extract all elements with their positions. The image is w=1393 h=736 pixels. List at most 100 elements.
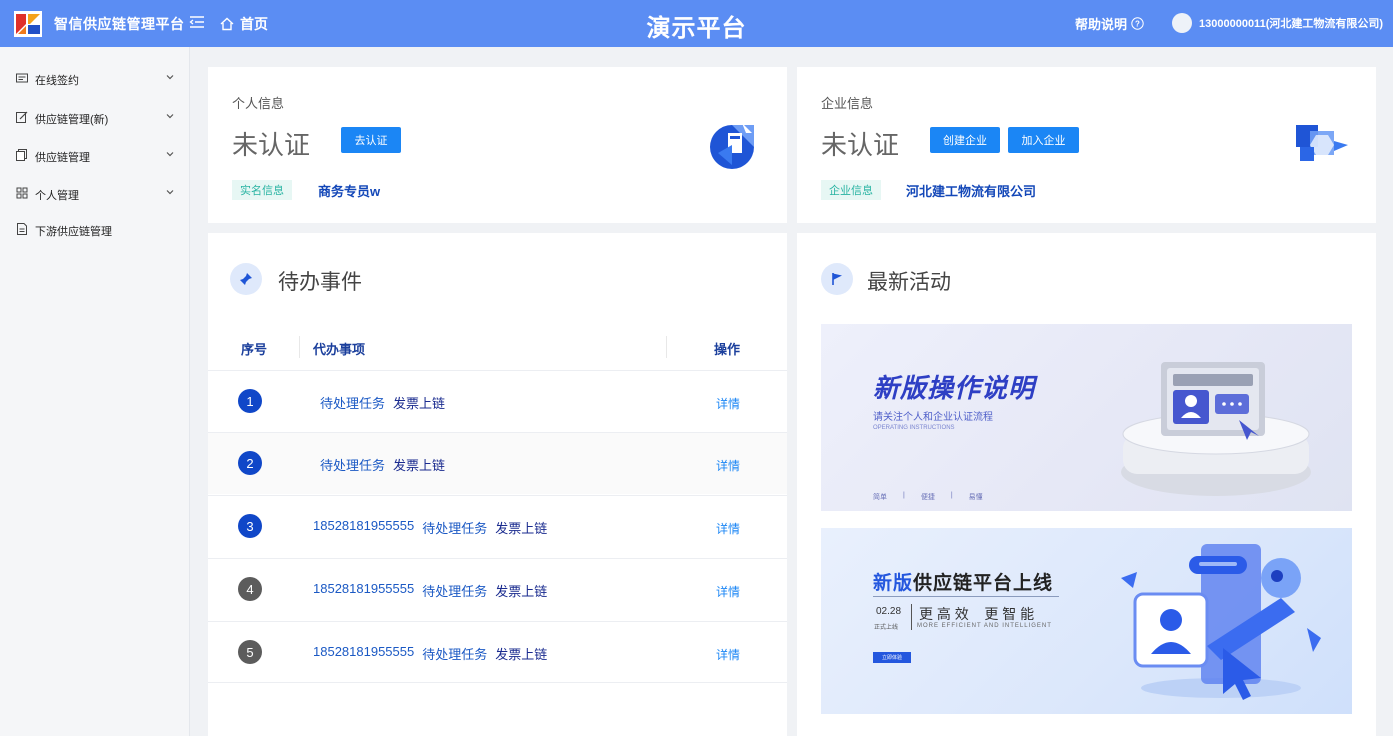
sidebar-item-personal[interactable]: 个人管理 bbox=[0, 179, 190, 209]
banner2-date-sub: 正式上线 bbox=[874, 625, 899, 631]
help-link[interactable]: 帮助说明 ? bbox=[1075, 14, 1144, 33]
row-task: 待处理任务 bbox=[422, 647, 488, 662]
row-item: 18528181955555 待处理任务 发票上链 bbox=[313, 581, 547, 600]
monitor-illustration-icon bbox=[1121, 362, 1311, 496]
realname-value: 商务专员w bbox=[318, 184, 381, 199]
chevron-down-icon bbox=[166, 75, 174, 80]
banner1-footer: 简单 | 便捷 | 易懂 bbox=[873, 492, 983, 502]
banner2-slogan: 更 高 效 更 智 能 bbox=[919, 606, 1035, 622]
row-type: 发票上链 bbox=[495, 521, 548, 536]
personal-info-card: 个人信息 未认证 去认证 实名信息 商务专员w bbox=[208, 67, 787, 223]
row-item: 18528181955555 待处理任务 发票上链 bbox=[313, 518, 547, 537]
table-row: 3 18528181955555 待处理任务 发票上链 详情 bbox=[208, 495, 787, 557]
row-item: 18528181955555 待处理任务 发票上链 bbox=[313, 644, 547, 663]
sidebar-item-downstream[interactable]: 下游供应链管理 bbox=[0, 215, 190, 245]
table-row: 2 待处理任务 发票上链 详情 bbox=[208, 432, 787, 494]
detail-link[interactable]: 详情 bbox=[716, 520, 740, 537]
row-index-badge: 3 bbox=[238, 514, 262, 538]
row-index-badge: 4 bbox=[238, 577, 262, 601]
personal-info-title: 个人信息 bbox=[232, 96, 285, 111]
flag-icon bbox=[821, 263, 853, 295]
user-menu[interactable]: 13000000011(河北建工物流有限公司) bbox=[1172, 13, 1383, 33]
banner1-footer-divider: | bbox=[903, 492, 905, 499]
platform-illustration-icon bbox=[1121, 544, 1321, 700]
enterprise-info-card: 企业信息 未认证 创建企业 加入企业 企业信息 河北建工物流有限公司 bbox=[797, 67, 1376, 223]
row-phone: 18528181955555 bbox=[313, 644, 415, 659]
realname-tag: 实名信息 bbox=[232, 180, 292, 200]
row-task: 待处理任务 bbox=[320, 396, 386, 411]
banner2-date-divider bbox=[911, 604, 912, 630]
table-row: 5 18528181955555 待处理任务 发票上链 详情 bbox=[208, 621, 787, 683]
row-phone: 18528181955555 bbox=[313, 518, 415, 533]
personal-illustration-icon bbox=[710, 123, 754, 169]
banner1-title: 新版操作说明 bbox=[873, 373, 1036, 403]
contract-icon bbox=[16, 73, 28, 83]
table-row: 1 待处理任务 发票上链 详情 bbox=[208, 370, 787, 432]
col-header-index: 序号 bbox=[241, 342, 268, 357]
activity-title: 最新活动 bbox=[867, 271, 951, 294]
edit-icon bbox=[16, 111, 28, 123]
banner1-subtitle-en: OPERATING INSTRUCTIONS bbox=[873, 425, 955, 431]
chevron-down-icon bbox=[166, 152, 174, 157]
banner-new-platform[interactable]: 新版 供应链平台上线 02.28 正式上线 更 高 效 更 智 能 MORE E… bbox=[821, 528, 1352, 714]
sidebar-item-label: 供应链管理(新) bbox=[35, 114, 109, 126]
detail-link[interactable]: 详情 bbox=[716, 457, 740, 474]
banner2-title: 新版 供应链平台上线 bbox=[873, 568, 1053, 595]
help-label: 帮助说明 bbox=[1075, 17, 1128, 32]
sidebar-item-label: 在线签约 bbox=[35, 75, 79, 87]
pin-icon bbox=[230, 263, 262, 295]
sidebar: 在线签约 供应链管理(新) 供应链管理 个人管理 下游供应链管理 bbox=[0, 47, 190, 736]
column-divider bbox=[666, 336, 667, 358]
create-enterprise-button[interactable]: 创建企业 bbox=[930, 127, 1000, 153]
banner1-subtitle: 请关注个人和企业认证流程 bbox=[873, 412, 993, 423]
banner1-footer-item: 便捷 bbox=[920, 494, 935, 501]
row-index-badge: 1 bbox=[238, 389, 262, 413]
table-row: 4 18528181955555 待处理任务 发票上链 详情 bbox=[208, 558, 787, 620]
col-header-item: 代办事项 bbox=[313, 342, 366, 357]
banner2-divider bbox=[873, 596, 1059, 597]
enterprise-info-title: 企业信息 bbox=[821, 96, 874, 111]
row-type: 发票上链 bbox=[393, 458, 446, 473]
col-header-action: 操作 bbox=[714, 342, 741, 357]
column-divider bbox=[299, 336, 300, 358]
enterprise-value: 河北建工物流有限公司 bbox=[906, 184, 1037, 199]
verify-button[interactable]: 去认证 bbox=[341, 127, 401, 153]
banner-operation-guide[interactable]: 新版操作说明 请关注个人和企业认证流程 OPERATING INSTRUCTIO… bbox=[821, 324, 1352, 511]
enterprise-illustration-icon bbox=[1296, 125, 1348, 161]
detail-link[interactable]: 详情 bbox=[716, 583, 740, 600]
user-label: 13000000011(河北建工物流有限公司) bbox=[1199, 18, 1384, 30]
banner2-date: 02.28 bbox=[876, 606, 902, 617]
chevron-down-icon bbox=[166, 114, 174, 119]
document-icon bbox=[17, 223, 27, 235]
row-item: 待处理任务 发票上链 bbox=[320, 455, 445, 474]
sidebar-item-label: 下游供应链管理 bbox=[35, 226, 112, 238]
personal-status: 未认证 bbox=[232, 130, 311, 160]
todo-card: 待办事件 序号 代办事项 操作 1 待处理任务 发票上链 详情 2 待处理任务 … bbox=[208, 233, 787, 736]
chevron-down-icon bbox=[166, 190, 174, 195]
banner2-slogan-en: MORE EFFICIENT AND INTELLIGENT bbox=[917, 623, 1052, 629]
grid-icon bbox=[16, 187, 28, 199]
sidebar-item-supply-chain-new[interactable]: 供应链管理(新) bbox=[0, 103, 190, 133]
row-item: 待处理任务 发票上链 bbox=[320, 393, 445, 412]
row-index-badge: 2 bbox=[238, 451, 262, 475]
banner1-footer-item: 易懂 bbox=[968, 494, 983, 501]
detail-link[interactable]: 详情 bbox=[716, 395, 740, 412]
todo-title: 待办事件 bbox=[278, 271, 362, 294]
join-enterprise-button[interactable]: 加入企业 bbox=[1008, 127, 1079, 153]
sidebar-item-online-signing[interactable]: 在线签约 bbox=[0, 64, 190, 94]
sidebar-item-supply-chain[interactable]: 供应链管理 bbox=[0, 141, 190, 171]
row-type: 发票上链 bbox=[495, 584, 548, 599]
activity-card: 最新活动 新版操作说明 请关注个人和企业认证流程 OPERATING INSTR… bbox=[797, 233, 1376, 736]
banner1-footer-item: 简单 bbox=[873, 494, 887, 501]
avatar bbox=[1172, 13, 1192, 33]
row-task: 待处理任务 bbox=[422, 521, 488, 536]
banner2-title-rest: 供应链平台上线 bbox=[913, 573, 1054, 594]
sidebar-item-label: 供应链管理 bbox=[35, 152, 90, 164]
detail-link[interactable]: 详情 bbox=[716, 646, 740, 663]
row-index-badge: 5 bbox=[238, 640, 262, 664]
row-task: 待处理任务 bbox=[422, 584, 488, 599]
banner2-cta-button[interactable]: 立即体验 bbox=[873, 652, 911, 663]
question-circle-icon: ? bbox=[1131, 17, 1144, 30]
enterprise-status: 未认证 bbox=[821, 130, 900, 160]
banner2-title-highlight: 新版 bbox=[873, 573, 914, 594]
